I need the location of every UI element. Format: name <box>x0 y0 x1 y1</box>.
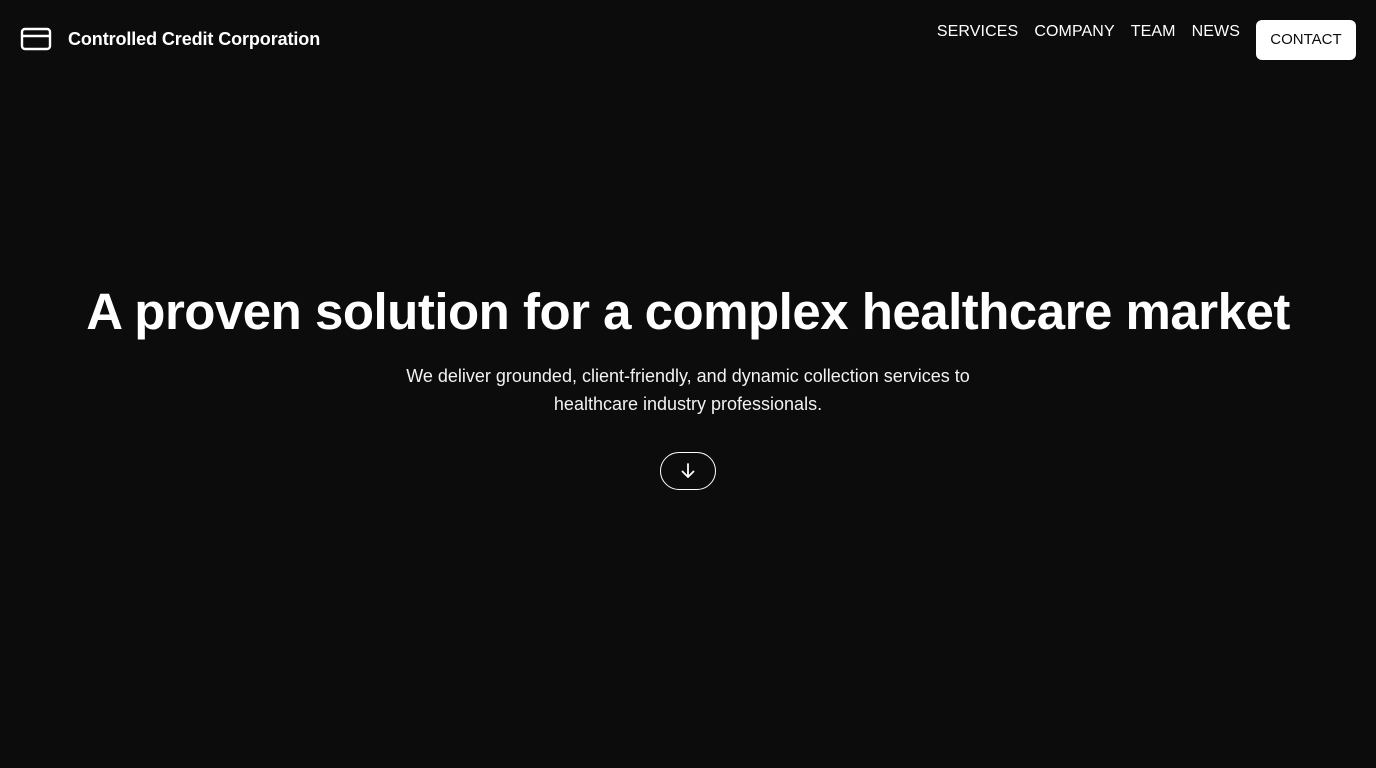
brand-name: Controlled Credit Corporation <box>68 28 321 49</box>
nav-link-team[interactable]: TEAM <box>1131 23 1176 41</box>
nav-link-company[interactable]: COMPANY <box>1034 23 1114 41</box>
contact-button[interactable]: CONTACT <box>1256 20 1356 60</box>
hero-title: A proven solution for a complex healthca… <box>86 283 1290 340</box>
nav-link-services[interactable]: SERVICES <box>937 23 1018 41</box>
credit-card-icon <box>20 26 52 52</box>
hero-subtitle: We deliver grounded, client-friendly, an… <box>406 366 970 414</box>
site-header: Controlled Credit Corporation SERVICES C… <box>0 0 1376 80</box>
hero-section: A proven solution for a complex healthca… <box>0 280 1376 490</box>
page: Controlled Credit Corporation SERVICES C… <box>0 0 1376 768</box>
main-nav: SERVICES COMPANY TEAM NEWS CONTACT <box>937 20 1356 60</box>
arrow-down-icon <box>678 461 698 481</box>
brand-link[interactable]: Controlled Credit Corporation <box>20 26 320 52</box>
nav-link-news[interactable]: NEWS <box>1192 23 1240 41</box>
scroll-down-button[interactable] <box>660 452 716 490</box>
